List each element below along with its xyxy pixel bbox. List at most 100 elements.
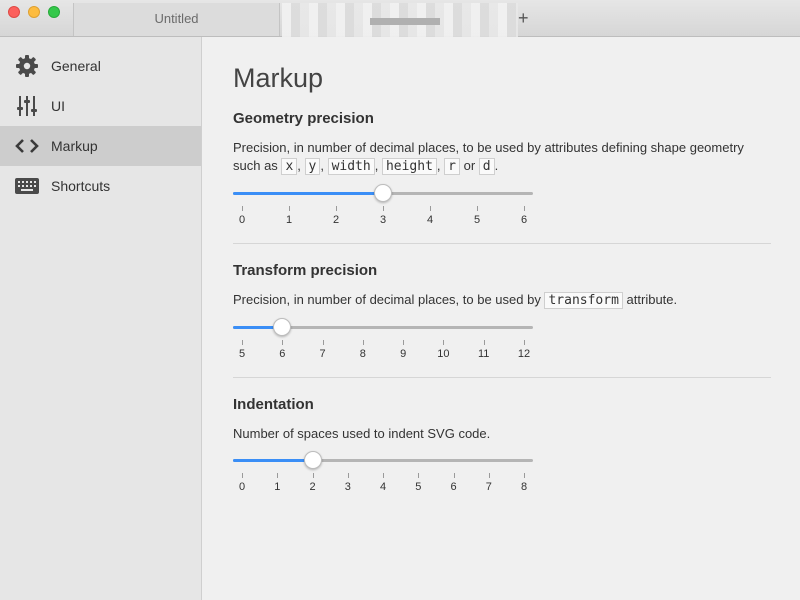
- attr-code: transform: [544, 292, 623, 309]
- slider-tick-label: 3: [344, 481, 351, 493]
- slider-tick-label: 7: [319, 348, 326, 360]
- slider-ticks: 0 1 2 3 4 5 6 7 8: [233, 471, 533, 497]
- slider-tick: [453, 473, 455, 478]
- slider-tick: [242, 473, 243, 478]
- slider-tick-label: 1: [285, 214, 293, 226]
- section-description: Precision, in number of decimal places, …: [233, 140, 744, 175]
- slider-fill: [233, 192, 383, 195]
- slider-tick-label: 8: [520, 481, 528, 493]
- page-title: Markup: [233, 63, 324, 93]
- slider-tick: [488, 473, 490, 478]
- tab-title: Untitled: [154, 11, 199, 26]
- description-text: or: [463, 158, 476, 173]
- slider-tick-label: 7: [485, 481, 492, 493]
- section-title: Indentation: [233, 396, 314, 413]
- preferences-panel: Markup Geometry precision Precision, in …: [203, 37, 800, 600]
- slider-tick-label: 2: [332, 214, 340, 226]
- slider-tick-label: 4: [426, 214, 434, 226]
- tab-redacted[interactable]: [280, 3, 518, 37]
- sidebar-item-label: Shortcuts: [51, 178, 111, 194]
- section-title: Geometry precision: [233, 110, 374, 127]
- slider-tick: [322, 340, 324, 345]
- divider: [233, 243, 771, 244]
- attr-code: y: [304, 158, 321, 175]
- section-description: Precision, in number of decimal places, …: [233, 291, 771, 310]
- slider-tick: [403, 340, 405, 345]
- sidebar-item-ui[interactable]: UI: [0, 86, 201, 126]
- title-bar: Untitled +: [0, 0, 800, 37]
- attr-code: r: [444, 158, 460, 175]
- slider-tick: [443, 340, 445, 345]
- sidebar-item-label: UI: [51, 98, 65, 114]
- slider-tick: [242, 206, 243, 211]
- slider-tick: [524, 340, 525, 345]
- new-tab-button[interactable]: +: [518, 8, 529, 28]
- slider-tick-label: 10: [437, 348, 450, 360]
- sidebar-item-label: Markup: [51, 138, 98, 154]
- attr-code: height: [381, 158, 437, 175]
- description-text: Precision, in number of decimal places, …: [233, 292, 541, 307]
- divider: [233, 377, 771, 378]
- slider-tick: [477, 206, 478, 211]
- sidebar-item-markup[interactable]: Markup: [0, 126, 201, 166]
- slider-tick: [347, 473, 349, 478]
- sidebar-item-general[interactable]: General: [0, 46, 201, 86]
- attr-code: width: [327, 158, 375, 175]
- slider-tick: [242, 340, 243, 345]
- description-text: attribute.: [626, 292, 678, 307]
- indentation-slider[interactable]: [233, 451, 533, 471]
- sliders-icon: [14, 93, 40, 119]
- slider-tick-label: 11: [477, 348, 490, 360]
- slider-tick-label: 6: [450, 481, 457, 493]
- slider-tick: [524, 206, 525, 211]
- slider-tick-label: 9: [400, 348, 407, 360]
- slider-tick: [383, 473, 384, 478]
- slider-tick-label: 2: [309, 481, 316, 493]
- attr-code: x: [281, 158, 298, 175]
- slider-tick-label: 6: [520, 214, 528, 226]
- slider-tick: [418, 473, 420, 478]
- slider-thumb[interactable]: [303, 451, 322, 469]
- slider-thumb[interactable]: [273, 318, 292, 336]
- code-brackets-icon: [14, 133, 40, 159]
- geometry-precision-section: Geometry precision Precision, in number …: [233, 110, 771, 230]
- slider-tick: [312, 473, 314, 478]
- slider-tick: [362, 340, 364, 345]
- tab-untitled[interactable]: Untitled: [73, 3, 280, 36]
- keyboard-icon: [14, 173, 40, 199]
- sidebar-item-shortcuts[interactable]: Shortcuts: [0, 166, 201, 206]
- slider-tick: [483, 340, 485, 345]
- section-title: Transform precision: [233, 262, 378, 279]
- slider-tick-label: 5: [415, 481, 422, 493]
- slider-tick-label: 5: [238, 348, 246, 360]
- zoom-window-button[interactable]: [48, 6, 60, 18]
- transform-precision-section: Transform precision Precision, in number…: [233, 262, 771, 364]
- slider-tick-label: 6: [279, 348, 286, 360]
- slider-fill: [233, 459, 313, 462]
- slider-tick-label: 1: [274, 481, 281, 493]
- redacted-strip: [370, 18, 440, 25]
- slider-tick-label: 8: [359, 348, 366, 360]
- slider-tick-label: 3: [379, 214, 387, 226]
- slider-tick: [383, 206, 384, 211]
- attr-code: d: [478, 158, 495, 175]
- minimize-window-button[interactable]: [28, 6, 40, 18]
- close-window-button[interactable]: [8, 6, 20, 18]
- slider-thumb[interactable]: [374, 184, 392, 202]
- section-description: Number of spaces used to indent SVG code…: [233, 426, 491, 441]
- slider-tick-label: 0: [238, 214, 246, 226]
- slider-ticks: 5 6 7 8 9 10 11 12: [233, 338, 533, 364]
- gear-icon: [14, 53, 40, 79]
- slider-tick: [282, 340, 284, 345]
- transform-precision-slider[interactable]: [233, 318, 533, 338]
- geometry-precision-slider[interactable]: [233, 184, 533, 204]
- slider-tick-label: 5: [473, 214, 481, 226]
- slider-tick-label: 0: [238, 481, 246, 493]
- slider-tick-label: 12: [517, 348, 531, 360]
- indentation-section: Indentation Number of spaces used to ind…: [233, 396, 771, 497]
- slider-ticks: 0 1 2 3 4 5 6: [233, 204, 533, 230]
- sidebar: General UI Markup Shortcuts: [0, 37, 202, 600]
- slider-tick: [289, 206, 290, 211]
- sidebar-item-label: General: [51, 58, 101, 74]
- slider-tick: [430, 206, 431, 211]
